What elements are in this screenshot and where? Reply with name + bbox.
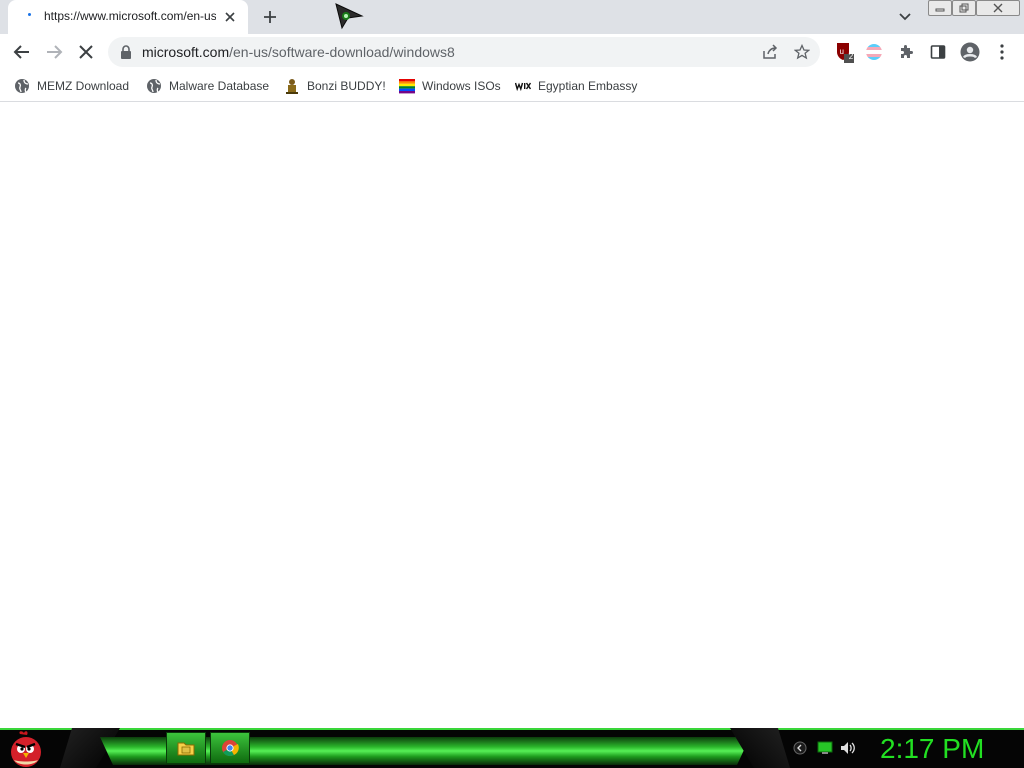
globe-icon bbox=[146, 78, 162, 94]
close-window-button[interactable] bbox=[976, 0, 1020, 16]
ublock-badge-count: 2 bbox=[848, 52, 854, 61]
bookmark-label: Windows ISOs bbox=[422, 79, 501, 93]
tray-volume-icon[interactable] bbox=[840, 740, 856, 756]
url-path: /en-us/software-download/windows8 bbox=[229, 44, 455, 60]
bookmark-label: Egyptian Embassy bbox=[538, 79, 638, 93]
url-host: microsoft.com bbox=[142, 44, 230, 60]
lock-icon[interactable] bbox=[120, 45, 132, 59]
back-button[interactable] bbox=[10, 41, 34, 63]
taskbar: 2:17 PM bbox=[0, 728, 1024, 768]
start-button-angry-bird-icon[interactable] bbox=[6, 730, 46, 768]
taskbar-clock[interactable]: 2:17 PM bbox=[880, 732, 1020, 766]
wix-icon bbox=[515, 78, 531, 94]
tab-strip: https://www.microsoft.com/en-us/software… bbox=[0, 0, 1024, 34]
chrome-icon bbox=[222, 740, 239, 757]
stop-loading-button[interactable] bbox=[74, 41, 98, 63]
tray-show-hidden-icon[interactable] bbox=[792, 740, 808, 756]
menu-kebab-icon[interactable] bbox=[990, 41, 1014, 63]
bonzi-icon bbox=[284, 78, 300, 94]
extensions-puzzle-icon[interactable] bbox=[894, 41, 918, 63]
tab-title: https://www.microsoft.com/en-us/software… bbox=[44, 9, 216, 23]
taskbar-chrome-button[interactable] bbox=[210, 732, 250, 764]
tab-search-chevron-icon[interactable] bbox=[896, 9, 914, 25]
browser-toolbar: microsoft.com/en-us/software-download/wi… bbox=[0, 34, 1024, 70]
bookmark-malware-database[interactable]: Malware Database bbox=[146, 76, 269, 96]
minimize-button[interactable] bbox=[928, 0, 952, 16]
taskbar-top-edge bbox=[0, 728, 1024, 730]
loading-favicon-icon bbox=[28, 13, 31, 16]
tray-network-icon[interactable] bbox=[817, 740, 833, 756]
bookmark-label: Malware Database bbox=[169, 79, 270, 93]
profile-avatar-icon[interactable] bbox=[958, 41, 982, 63]
pride-heart-extension-icon[interactable] bbox=[862, 41, 886, 63]
taskbar-file-explorer-button[interactable] bbox=[166, 732, 206, 764]
address-bar[interactable]: microsoft.com/en-us/software-download/wi… bbox=[108, 37, 820, 67]
tab-close-icon[interactable] bbox=[222, 9, 238, 25]
page-content-area[interactable] bbox=[0, 102, 1024, 728]
bookmark-bonzi-buddy[interactable]: Bonzi BUDDY! bbox=[284, 76, 386, 96]
bookmark-windows-isos[interactable]: Windows ISOs bbox=[399, 76, 501, 96]
folder-icon bbox=[177, 742, 195, 756]
tab-active[interactable]: https://www.microsoft.com/en-us/software… bbox=[8, 0, 248, 34]
restore-button[interactable] bbox=[952, 0, 976, 16]
ublock-extension-icon[interactable]: u 2 bbox=[832, 41, 856, 63]
rainbow-flag-icon bbox=[399, 78, 415, 94]
share-icon[interactable] bbox=[760, 43, 780, 61]
bookmark-label: MEMZ Download bbox=[37, 79, 130, 93]
bookmark-egyptian-embassy[interactable]: Egyptian Embassy bbox=[515, 76, 637, 96]
url-text[interactable]: microsoft.com/en-us/software-download/wi… bbox=[142, 44, 455, 60]
new-tab-button[interactable] bbox=[259, 6, 281, 28]
svg-text:u: u bbox=[840, 47, 844, 56]
bookmark-memz-download[interactable]: MEMZ Download bbox=[14, 76, 129, 96]
bookmark-star-icon[interactable] bbox=[792, 43, 812, 61]
globe-icon bbox=[14, 78, 30, 94]
bookmarks-bar: MEMZ Download Malware Database Bonzi BUD… bbox=[0, 70, 1024, 102]
bookmark-label: Bonzi BUDDY! bbox=[307, 79, 386, 93]
side-panel-icon[interactable] bbox=[926, 41, 950, 63]
forward-button[interactable] bbox=[42, 41, 66, 63]
mouse-cursor-icon bbox=[334, 2, 364, 30]
